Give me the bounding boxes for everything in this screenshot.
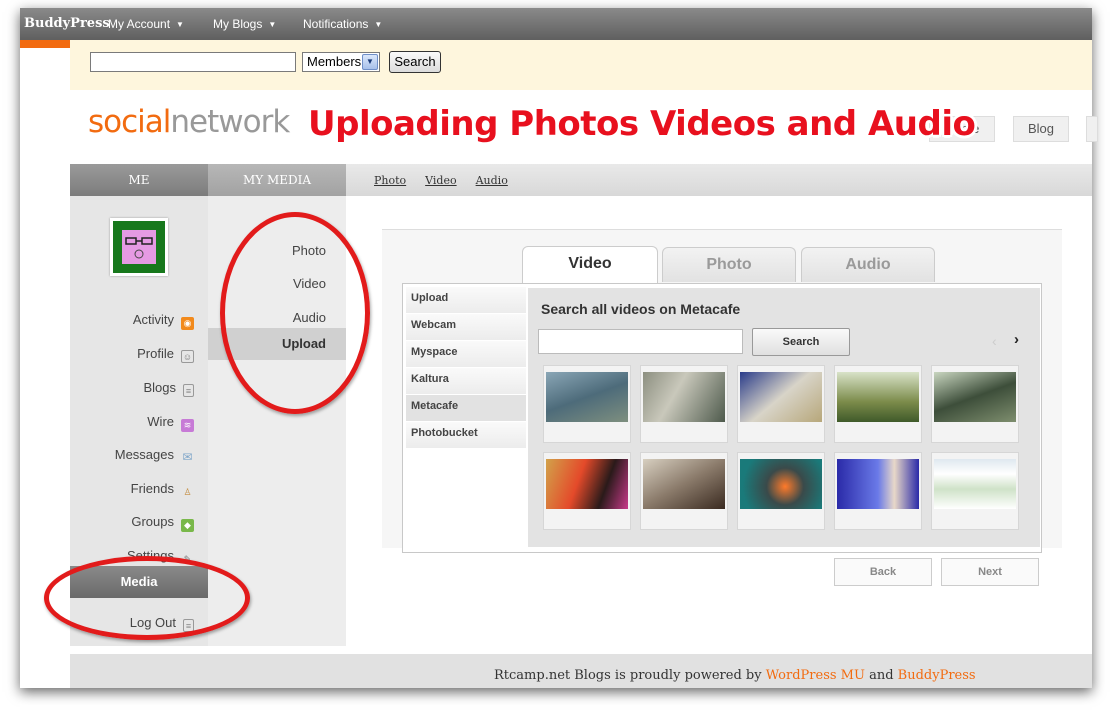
admin-bar: BuddyPress My Account ▼ My Blogs ▼ Notific… <box>20 8 1092 40</box>
annotation-title: Uploading Photos Videos and Audio <box>308 104 976 144</box>
video-thumbnail[interactable] <box>834 452 922 530</box>
menu-label: My Blogs <box>213 17 263 31</box>
video-thumbnail[interactable] <box>737 365 825 443</box>
sidebar-item-profile[interactable]: Profile ☺ <box>70 346 194 363</box>
search-button[interactable]: Search <box>389 51 441 73</box>
sidebar-item-label: Blogs <box>143 380 176 395</box>
video-thumbnail[interactable] <box>737 452 825 530</box>
source-photobucket[interactable]: Photobucket <box>406 422 526 448</box>
nav-more[interactable] <box>1086 116 1098 142</box>
video-thumbnail[interactable] <box>543 452 631 530</box>
tab-my-media[interactable]: MY MEDIA <box>208 164 346 196</box>
sidebar-item-label: Wire <box>147 414 174 429</box>
profile-icon: ☺ <box>181 350 194 363</box>
video-thumbnail[interactable] <box>543 365 631 443</box>
notifications-menu[interactable]: Notifications ▼ <box>303 17 382 31</box>
search-scope-value: Members <box>307 54 362 69</box>
friends-icon: ♙ <box>183 487 192 497</box>
footer-prefix: Rtcamp.net Blogs is proudly powered by <box>494 668 766 683</box>
thumbnail-image <box>837 459 919 509</box>
source-myspace[interactable]: Myspace <box>406 341 526 367</box>
my-account-menu[interactable]: My Account ▼ <box>108 17 184 31</box>
video-thumbnail[interactable] <box>834 365 922 443</box>
thumbnail-image <box>837 372 919 422</box>
sidebar-item-activity[interactable]: Activity ◉ <box>70 312 194 330</box>
select-arrow-icon: ▼ <box>362 54 378 70</box>
sidebar-item-label: Groups <box>131 514 174 529</box>
thumbnail-image <box>546 372 628 422</box>
my-blogs-menu[interactable]: My Blogs ▼ <box>213 17 276 31</box>
tab-video[interactable]: Video <box>522 246 658 283</box>
caret-down-icon: ▼ <box>374 20 383 29</box>
video-thumbnail[interactable] <box>640 452 728 530</box>
video-search-input[interactable] <box>538 329 743 354</box>
wordpress-mu-link[interactable]: WordPress MU <box>766 668 865 683</box>
thumbnail-image <box>740 372 822 422</box>
logo-network: network <box>170 104 290 140</box>
thumbnail-image <box>740 459 822 509</box>
video-thumbnail[interactable] <box>931 452 1019 530</box>
sidebar-item-label: Activity <box>132 312 174 327</box>
groups-icon: ◆ <box>181 519 194 532</box>
search-scope-select[interactable]: Members ▼ <box>302 52 380 72</box>
blog-icon: ≡ <box>183 384 194 397</box>
buddypress-link[interactable]: BuddyPress <box>898 668 976 683</box>
nav-blog[interactable]: Blog <box>1013 116 1069 142</box>
envelope-icon: ✉ <box>182 450 193 464</box>
search-input[interactable] <box>90 52 296 72</box>
source-webcam[interactable]: Webcam <box>406 314 526 340</box>
thumbnail-image <box>643 459 725 509</box>
buddypress-logo[interactable]: BuddyPress <box>24 16 110 31</box>
rss-icon: ◉ <box>181 317 194 330</box>
sidebar-item-groups[interactable]: Groups ◆ <box>70 514 194 532</box>
menu-label: My Account <box>108 17 171 31</box>
site-logo[interactable]: socialnetwork <box>88 104 290 140</box>
tab-photo[interactable]: Photo <box>662 247 796 282</box>
avatar-image <box>122 230 156 264</box>
prev-arrow-icon[interactable]: ‹ <box>992 333 997 349</box>
tab-me[interactable]: ME <box>70 164 208 203</box>
sidebar-item-friends[interactable]: Friends ♙ <box>70 481 194 499</box>
caret-down-icon: ▼ <box>176 20 184 29</box>
menu-label: Notifications <box>303 17 369 31</box>
video-search-button[interactable]: Search <box>752 328 850 356</box>
wire-icon: ≋ <box>181 419 194 432</box>
back-button[interactable]: Back <box>834 558 932 586</box>
video-thumbnail[interactable] <box>640 365 728 443</box>
next-arrow-icon[interactable]: › <box>1014 331 1019 348</box>
thumbnail-image <box>934 372 1016 422</box>
thumbnail-image <box>546 459 628 509</box>
sidebar-item-label: Friends <box>130 481 174 496</box>
sidebar-item-label: Profile <box>137 346 174 361</box>
sidebar-item-wire[interactable]: Wire ≋ <box>70 414 194 432</box>
sublink-audio[interactable]: Audio <box>476 174 508 187</box>
source-upload[interactable]: Upload <box>406 287 526 313</box>
source-kaltura[interactable]: Kaltura <box>406 368 526 394</box>
pane-title: Search all videos on Metacafe <box>541 301 741 317</box>
video-thumbnail[interactable] <box>931 365 1019 443</box>
footer: Rtcamp.net Blogs is proudly powered by W… <box>70 654 1092 688</box>
thumbnail-image <box>643 372 725 422</box>
source-metacafe[interactable]: Metacafe <box>406 395 526 421</box>
sublink-video[interactable]: Video <box>425 174 456 187</box>
media-sublinks: Photo Video Audio <box>374 174 527 187</box>
footer-and: and <box>864 668 898 683</box>
profile-tabs: ME MY MEDIA Photo Video Audio <box>70 164 1092 203</box>
sidebar-item-messages[interactable]: Messages ✉ <box>70 447 194 464</box>
logo-social: social <box>88 104 171 140</box>
annotation-ellipse-subnav <box>220 212 370 414</box>
tab-audio[interactable]: Audio <box>801 247 935 282</box>
avatar[interactable] <box>110 218 168 276</box>
footer-text: Rtcamp.net Blogs is proudly powered by W… <box>494 668 976 683</box>
sidebar-item-label: Messages <box>114 447 174 462</box>
thumbnail-image <box>934 459 1016 509</box>
sublink-photo[interactable]: Photo <box>374 174 406 187</box>
source-list: Upload Webcam Myspace Kaltura Metacafe P… <box>406 287 526 449</box>
sidebar-item-blogs[interactable]: Blogs ≡ <box>70 380 194 397</box>
search-bar: Members ▼ Search <box>70 40 1092 90</box>
annotation-ellipse-media <box>44 556 250 640</box>
next-button[interactable]: Next <box>941 558 1039 586</box>
caret-down-icon: ▼ <box>268 20 277 29</box>
